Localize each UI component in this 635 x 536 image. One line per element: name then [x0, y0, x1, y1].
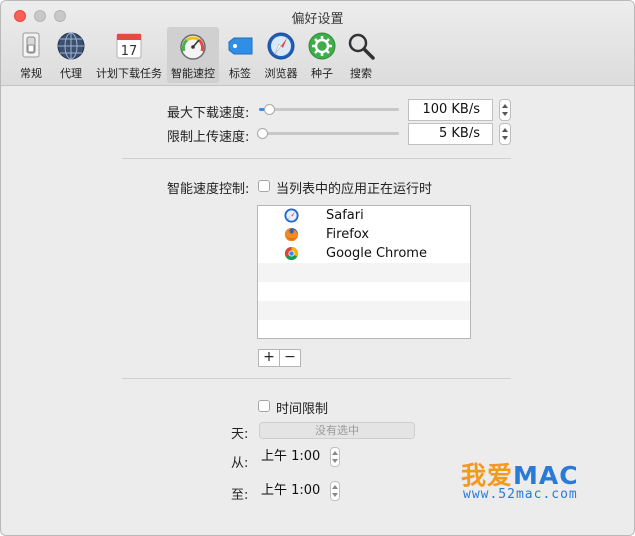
stepper-down-icon[interactable]	[332, 459, 338, 463]
tag-icon	[228, 37, 253, 55]
globe-icon	[57, 32, 85, 60]
upload-speed-field[interactable]: 5 KB/s	[408, 123, 493, 145]
speedometer-icon	[180, 34, 206, 60]
from-time-stepper[interactable]	[330, 447, 340, 467]
download-speed-slider[interactable]	[259, 108, 399, 111]
stepper-up-icon[interactable]	[332, 485, 338, 489]
stepper-down-icon[interactable]	[502, 136, 508, 140]
separator	[122, 158, 511, 159]
day-label: 天:	[231, 427, 249, 442]
app-name: Google Chrome	[326, 246, 427, 261]
switch-icon	[22, 32, 40, 58]
stepper-up-icon[interactable]	[502, 128, 508, 132]
from-time-field[interactable]: 上午 1:00	[259, 446, 320, 468]
upload-speed-slider-knob[interactable]	[257, 128, 268, 139]
to-label: 至:	[231, 488, 249, 503]
calendar-icon: 17	[116, 33, 142, 59]
toolbar: 偏好设置 常规 代理 17 计划下载任务 智能速控 标签 浏览器 种子 搜索	[1, 1, 634, 86]
tab-label: 智能速控	[171, 67, 215, 80]
tab-proxy[interactable]: 代理	[54, 27, 88, 83]
stepper-down-icon[interactable]	[332, 493, 338, 497]
stepper-down-icon[interactable]	[502, 112, 508, 116]
tab-search[interactable]: 搜索	[344, 27, 378, 83]
upload-speed-slider[interactable]	[259, 132, 399, 135]
tab-browsers[interactable]: 浏览器	[262, 27, 300, 83]
empty-row	[258, 301, 470, 320]
download-speed-field[interactable]: 100 KB/s	[408, 99, 493, 121]
tab-labels[interactable]: 标签	[224, 27, 256, 83]
compass-icon	[267, 32, 295, 60]
tab-label: 种子	[311, 67, 333, 80]
to-time-stepper[interactable]	[330, 481, 340, 501]
empty-row	[258, 282, 470, 301]
list-item[interactable]: Firefox	[258, 225, 470, 244]
smart-speed-label: 智能速度控制:	[167, 182, 250, 197]
app-name: Safari	[326, 208, 364, 223]
tab-label: 搜索	[350, 67, 372, 80]
window-title: 偏好设置	[291, 12, 344, 27]
upload-speed-stepper[interactable]	[499, 123, 511, 145]
tab-schedule[interactable]: 17 计划下载任务	[94, 27, 164, 83]
tab-torrents[interactable]: 种子	[306, 27, 338, 83]
app-list: Safari Firefox Google Chrome	[257, 205, 471, 339]
tab-label: 计划下载任务	[96, 67, 162, 80]
from-label: 从:	[231, 456, 249, 471]
remove-app-button[interactable]: −	[279, 349, 301, 367]
stepper-up-icon[interactable]	[332, 451, 338, 455]
upload-speed-label: 限制上传速度:	[167, 130, 250, 145]
calendar-day-text: 17	[121, 44, 138, 59]
safari-icon	[284, 208, 299, 223]
stepper-up-icon[interactable]	[502, 104, 508, 108]
chrome-icon	[284, 246, 299, 261]
tab-smart-speed[interactable]: 智能速控	[167, 27, 219, 83]
tab-general[interactable]: 常规	[14, 27, 48, 83]
firefox-icon	[284, 227, 299, 242]
to-time-field[interactable]: 上午 1:00	[259, 480, 320, 502]
watermark-url: www.52mac.com	[463, 487, 578, 502]
gear-icon	[308, 32, 336, 60]
list-item[interactable]: Safari	[258, 206, 470, 225]
preferences-window: 偏好设置 常规 代理 17 计划下载任务 智能速控 标签 浏览器 种子 搜索 最…	[0, 0, 635, 536]
app-name: Firefox	[326, 227, 370, 242]
smart-speed-checkbox[interactable]	[258, 180, 270, 192]
time-limit-checkbox[interactable]	[258, 400, 270, 412]
add-app-button[interactable]: +	[258, 349, 280, 367]
magnifier-icon	[348, 33, 375, 60]
smart-speed-checkbox-label[interactable]: 当列表中的应用正在运行时	[276, 178, 432, 197]
watermark-text-cn: 我爱	[461, 461, 514, 490]
list-item[interactable]: Google Chrome	[258, 244, 470, 263]
tab-label: 浏览器	[264, 67, 298, 80]
empty-row	[258, 320, 470, 338]
download-speed-slider-knob[interactable]	[264, 104, 275, 115]
tab-label: 常规	[20, 67, 42, 80]
download-speed-label: 最大下载速度:	[167, 106, 250, 121]
empty-row	[258, 263, 470, 282]
time-limit-label[interactable]: 时间限制	[276, 398, 328, 417]
download-speed-stepper[interactable]	[499, 99, 511, 121]
watermark-text-en: MAC	[513, 461, 579, 490]
separator	[122, 378, 511, 379]
tab-label: 代理	[60, 67, 82, 80]
tab-label: 标签	[229, 67, 251, 80]
day-select[interactable]: 没有选中	[259, 422, 415, 439]
